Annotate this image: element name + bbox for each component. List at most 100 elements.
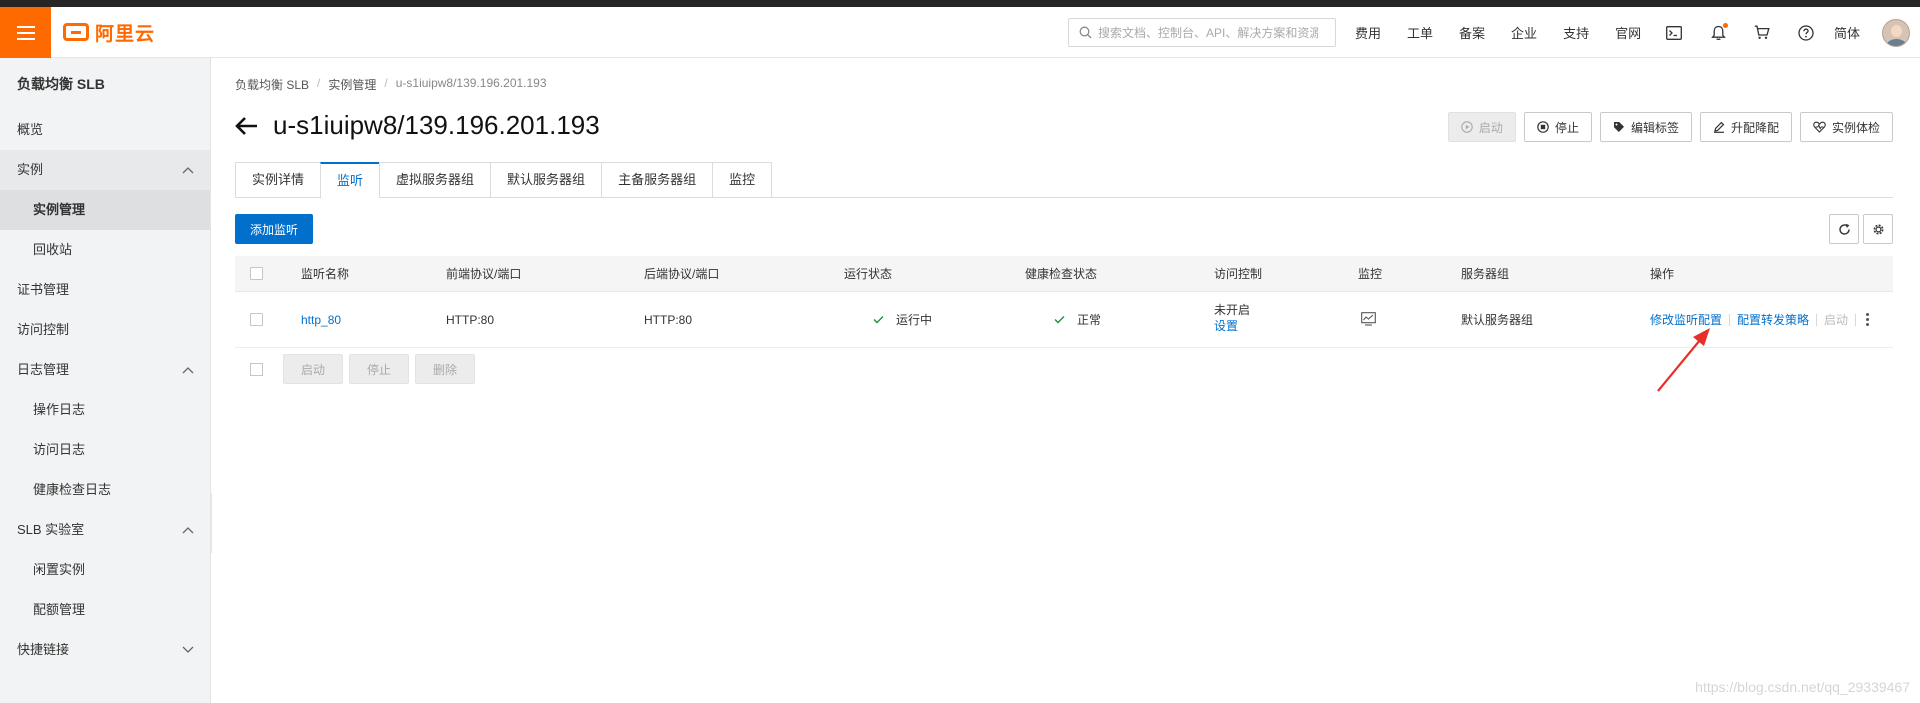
sidebar-item-certificates[interactable]: 证书管理	[0, 270, 210, 310]
stop-instance-label: 停止	[1554, 120, 1579, 135]
global-search[interactable]	[1068, 18, 1336, 47]
page-title: u-s1iuipw8/139.196.201.193	[273, 110, 600, 140]
help-icon	[1798, 24, 1814, 41]
aliyun-logo[interactable]: 阿里云	[63, 19, 155, 45]
batch-select-checkbox[interactable]	[250, 362, 263, 376]
frontend-port-value: HTTP:80	[446, 312, 495, 327]
cart-button[interactable]	[1740, 7, 1784, 58]
settings-button[interactable]	[1863, 214, 1893, 244]
edit-tags-button[interactable]: 编辑标签	[1599, 112, 1692, 142]
chevron-up-icon	[182, 350, 194, 390]
hamburger-icon	[16, 25, 35, 40]
notification-button[interactable]	[1696, 7, 1740, 58]
terminal-button[interactable]	[1652, 7, 1696, 58]
help-button[interactable]	[1784, 7, 1828, 58]
tab-listeners[interactable]: 监听	[320, 162, 380, 199]
more-actions-icon[interactable]	[1866, 313, 1870, 326]
tab-instance-details[interactable]: 实例详情	[235, 162, 321, 198]
chevron-up-icon	[182, 510, 194, 550]
sidebar-group-slb-lab[interactable]: SLB 实验室	[0, 510, 210, 550]
sidebar-item-access-control[interactable]: 访问控制	[0, 310, 210, 350]
sidebar-group-instance[interactable]: 实例	[0, 150, 210, 190]
monitor-chart-icon	[1361, 312, 1376, 326]
stop-instance-button[interactable]: 停止	[1523, 112, 1592, 142]
batch-start-button[interactable]: 启动	[283, 354, 344, 384]
batch-stop-button[interactable]: 停止	[349, 354, 410, 384]
annotation-arrow	[1657, 328, 1710, 392]
terminal-icon	[1666, 25, 1682, 40]
sidebar-item-access-log[interactable]: 访问日志	[0, 430, 210, 470]
breadcrumb-separator: /	[384, 76, 388, 90]
tab-monitoring[interactable]: 监控	[712, 162, 773, 198]
table-header: 监听名称 前端协议/端口 后端协议/端口 运行状态 健康检查状态 访问控制 监控…	[235, 256, 1893, 292]
stop-circle-icon	[1537, 121, 1549, 133]
start-instance-label: 启动	[1478, 120, 1503, 135]
monitor-chart-button[interactable]	[1361, 312, 1376, 329]
tab-default-server-group[interactable]: 默认服务器组	[490, 162, 602, 198]
sidebar-group-logs[interactable]: 日志管理	[0, 350, 210, 390]
listener-table: 监听名称 前端协议/端口 后端协议/端口 运行状态 健康检查状态 访问控制 监控…	[235, 256, 1893, 348]
col-listener-name: 监听名称	[301, 267, 350, 281]
nav-link-icp[interactable]: 备案	[1459, 23, 1485, 42]
check-icon	[1054, 316, 1065, 324]
sidebar-group-label: 日志管理	[17, 362, 70, 377]
sidebar-item-operation-log[interactable]: 操作日志	[0, 390, 210, 430]
search-input[interactable]	[1098, 25, 1318, 40]
chevron-down-icon	[182, 630, 194, 670]
configure-forwarding-policy-link[interactable]: 配置转发策略	[1737, 311, 1809, 328]
refresh-icon	[1838, 223, 1850, 235]
sidebar-item-instance-management[interactable]: 实例管理	[0, 190, 210, 230]
search-icon	[1079, 26, 1092, 39]
nav-link-ticket[interactable]: 工单	[1407, 23, 1433, 42]
resize-instance-label: 升配降配	[1730, 120, 1779, 135]
nav-link-enterprise[interactable]: 企业	[1511, 23, 1537, 42]
sidebar-item-quota[interactable]: 配额管理	[0, 590, 210, 630]
listener-name-link[interactable]: http_80	[301, 313, 341, 327]
action-divider	[1855, 313, 1857, 326]
nav-link-official-site[interactable]: 官网	[1615, 23, 1641, 42]
sidebar-item-health-check-log[interactable]: 健康检查日志	[0, 470, 210, 510]
nav-link-support[interactable]: 支持	[1563, 23, 1589, 42]
sidebar-item-recycle-bin[interactable]: 回收站	[0, 230, 210, 270]
language-switch[interactable]: 简体	[1834, 23, 1860, 42]
user-avatar[interactable]	[1882, 18, 1911, 47]
breadcrumb-item-slb[interactable]: 负载均衡 SLB	[235, 76, 309, 93]
sidebar-item-idle-instances[interactable]: 闲置实例	[0, 550, 210, 590]
access-control-status: 未开启	[1214, 303, 1251, 317]
sidebar-group-shortcuts[interactable]: 快捷链接	[0, 630, 210, 670]
tag-icon	[1613, 122, 1624, 132]
run-status-value: 运行中	[873, 311, 932, 328]
action-divider	[1816, 313, 1818, 326]
sidebar-group-label: 实例	[17, 162, 44, 177]
table-row: http_80 HTTP:80 HTTP:80 运行中 正常 未开启 设置 默认…	[235, 292, 1893, 348]
instance-tabs: 实例详情 监听 虚拟服务器组 默认服务器组 主备服务器组 监控	[235, 162, 1893, 199]
access-control-settings-link[interactable]: 设置	[1214, 318, 1250, 334]
tab-master-slave-groups[interactable]: 主备服务器组	[601, 162, 713, 198]
top-nav-icons: 简体	[1652, 7, 1911, 58]
start-instance-button[interactable]: 启动	[1447, 112, 1516, 142]
sidebar-item-overview[interactable]: 概览	[0, 110, 210, 150]
breadcrumb-item-instances[interactable]: 实例管理	[328, 76, 376, 93]
menu-toggle-button[interactable]	[0, 7, 51, 58]
sidebar-group-label: SLB 实验室	[17, 522, 85, 537]
gear-icon	[1873, 224, 1883, 234]
refresh-button[interactable]	[1829, 214, 1859, 244]
select-all-checkbox[interactable]	[250, 267, 263, 280]
col-health-status: 健康检查状态	[1025, 267, 1098, 281]
row-checkbox[interactable]	[250, 313, 263, 326]
logo-text: 阿里云	[95, 23, 156, 45]
top-navigation-bar: 阿里云 费用 工单 备案 企业 支持 官网 简体	[0, 7, 1920, 58]
instance-checkup-label: 实例体检	[1831, 120, 1880, 135]
nav-link-billing[interactable]: 费用	[1355, 23, 1381, 42]
access-control-cell: 未开启 设置	[1214, 302, 1250, 334]
add-listener-button[interactable]: 添加监听	[235, 214, 314, 244]
sidebar-title: 负载均衡 SLB	[17, 76, 105, 92]
back-button[interactable]	[235, 116, 259, 136]
instance-actions: 启动 停止 编辑标签 升配降配 实例体检	[1447, 112, 1893, 142]
start-listener-link[interactable]: 启动	[1824, 311, 1848, 328]
batch-delete-button[interactable]: 删除	[415, 354, 476, 384]
tab-vserver-groups[interactable]: 虚拟服务器组	[379, 162, 491, 198]
instance-checkup-button[interactable]: 实例体检	[1799, 112, 1893, 142]
resize-instance-button[interactable]: 升配降配	[1699, 112, 1792, 142]
check-icon	[873, 316, 884, 324]
